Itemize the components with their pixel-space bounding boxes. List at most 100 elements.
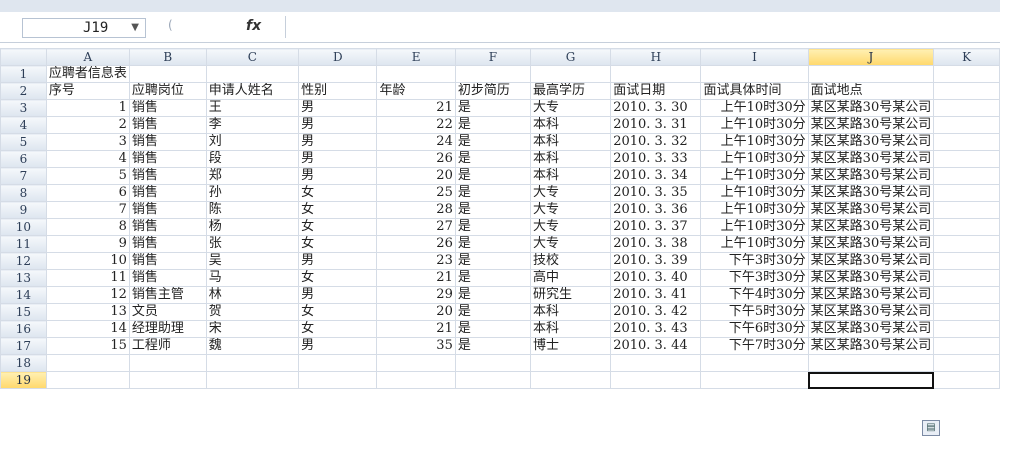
cell-b17[interactable]: 工程师 bbox=[128, 337, 207, 355]
cell-d16[interactable]: 女 bbox=[298, 320, 378, 338]
cell-k3[interactable] bbox=[933, 99, 1000, 117]
cell-a19[interactable] bbox=[45, 371, 130, 389]
cell-f15[interactable]: 是 bbox=[454, 303, 531, 321]
cell-b10[interactable]: 销售 bbox=[128, 218, 207, 236]
row-header[interactable]: 9 bbox=[0, 201, 47, 219]
row-header[interactable]: 10 bbox=[0, 218, 47, 236]
cell-f8[interactable]: 是 bbox=[454, 184, 531, 202]
cell-d14[interactable]: 男 bbox=[298, 286, 378, 304]
cell-e5[interactable]: 24 bbox=[376, 133, 456, 151]
cell-k2[interactable] bbox=[933, 82, 1000, 100]
cell-h1[interactable] bbox=[610, 65, 702, 83]
row-header[interactable]: 6 bbox=[0, 150, 47, 168]
cell-d2[interactable]: 性别 bbox=[298, 82, 378, 100]
row-header[interactable]: 1 bbox=[0, 65, 47, 83]
cell-a8[interactable]: 6 bbox=[45, 184, 130, 202]
cell-i19[interactable] bbox=[700, 371, 809, 389]
cell-h10[interactable]: 2010. 3. 37 bbox=[610, 218, 702, 236]
cell-j18[interactable] bbox=[807, 354, 935, 372]
cell-e9[interactable]: 28 bbox=[376, 201, 456, 219]
row-header[interactable]: 3 bbox=[0, 99, 47, 117]
cell-g18[interactable] bbox=[529, 354, 612, 372]
cell-d8[interactable]: 女 bbox=[298, 184, 378, 202]
row-header[interactable]: 18 bbox=[0, 354, 47, 372]
cell-j13[interactable]: 某区某路30号某公司 bbox=[807, 269, 935, 287]
cell-c16[interactable]: 宋 bbox=[205, 320, 300, 338]
cell-h13[interactable]: 2010. 3. 40 bbox=[610, 269, 702, 287]
cell-g17[interactable]: 博士 bbox=[529, 337, 612, 355]
cell-b1[interactable] bbox=[128, 65, 207, 83]
cell-e14[interactable]: 29 bbox=[376, 286, 456, 304]
cell-j7[interactable]: 某区某路30号某公司 bbox=[807, 167, 935, 185]
cell-h9[interactable]: 2010. 3. 36 bbox=[610, 201, 702, 219]
cell-g5[interactable]: 本科 bbox=[529, 133, 612, 151]
cell-c8[interactable]: 孙 bbox=[205, 184, 300, 202]
cell-g11[interactable]: 大专 bbox=[529, 235, 612, 253]
column-header-b[interactable]: B bbox=[128, 48, 207, 66]
cell-a15[interactable]: 13 bbox=[45, 303, 130, 321]
cell-f17[interactable]: 是 bbox=[454, 337, 531, 355]
cell-j16[interactable]: 某区某路30号某公司 bbox=[807, 320, 935, 338]
cell-b6[interactable]: 销售 bbox=[128, 150, 207, 168]
cell-i1[interactable] bbox=[700, 65, 809, 83]
cell-j15[interactable]: 某区某路30号某公司 bbox=[807, 303, 935, 321]
cell-c17[interactable]: 魏 bbox=[205, 337, 300, 355]
cell-e15[interactable]: 20 bbox=[376, 303, 456, 321]
paste-options-icon[interactable]: ▤ bbox=[922, 420, 940, 436]
cell-c3[interactable]: 王 bbox=[205, 99, 300, 117]
cell-f3[interactable]: 是 bbox=[454, 99, 531, 117]
cell-e19[interactable] bbox=[376, 371, 456, 389]
cell-k4[interactable] bbox=[933, 116, 1000, 134]
cell-j2[interactable]: 面试地点 bbox=[807, 82, 935, 100]
cell-c18[interactable] bbox=[205, 354, 300, 372]
cell-f2[interactable]: 初步简历 bbox=[454, 82, 531, 100]
cell-i9[interactable]: 上午10时30分 bbox=[700, 201, 809, 219]
cell-c7[interactable]: 郑 bbox=[205, 167, 300, 185]
cell-i16[interactable]: 下午6时30分 bbox=[700, 320, 809, 338]
cell-k6[interactable] bbox=[933, 150, 1000, 168]
cell-a3[interactable]: 1 bbox=[45, 99, 130, 117]
cell-e12[interactable]: 23 bbox=[376, 252, 456, 270]
cell-c6[interactable]: 段 bbox=[205, 150, 300, 168]
cell-d13[interactable]: 女 bbox=[298, 269, 378, 287]
cell-d19[interactable] bbox=[298, 371, 378, 389]
cell-h4[interactable]: 2010. 3. 31 bbox=[610, 116, 702, 134]
cell-a6[interactable]: 4 bbox=[45, 150, 130, 168]
cell-j12[interactable]: 某区某路30号某公司 bbox=[807, 252, 935, 270]
cell-d7[interactable]: 男 bbox=[298, 167, 378, 185]
row-header[interactable]: 4 bbox=[0, 116, 47, 134]
cell-b19[interactable] bbox=[128, 371, 207, 389]
cell-f9[interactable]: 是 bbox=[454, 201, 531, 219]
cell-f16[interactable]: 是 bbox=[454, 320, 531, 338]
column-header-j[interactable]: J bbox=[807, 48, 935, 66]
cell-a5[interactable]: 3 bbox=[45, 133, 130, 151]
cell-i10[interactable]: 上午10时30分 bbox=[700, 218, 809, 236]
cell-b11[interactable]: 销售 bbox=[128, 235, 207, 253]
cell-j4[interactable]: 某区某路30号某公司 bbox=[807, 116, 935, 134]
cell-e13[interactable]: 21 bbox=[376, 269, 456, 287]
cell-h18[interactable] bbox=[610, 354, 702, 372]
cell-d12[interactable]: 男 bbox=[298, 252, 378, 270]
cell-a10[interactable]: 8 bbox=[45, 218, 130, 236]
cell-c4[interactable]: 李 bbox=[205, 116, 300, 134]
cell-h6[interactable]: 2010. 3. 33 bbox=[610, 150, 702, 168]
cell-k19[interactable] bbox=[933, 371, 1000, 389]
cell-d18[interactable] bbox=[298, 354, 378, 372]
cell-a14[interactable]: 12 bbox=[45, 286, 130, 304]
cell-e16[interactable]: 21 bbox=[376, 320, 456, 338]
row-header[interactable]: 2 bbox=[0, 82, 47, 100]
column-header-d[interactable]: D bbox=[298, 48, 378, 66]
cell-c14[interactable]: 林 bbox=[205, 286, 300, 304]
cell-b4[interactable]: 销售 bbox=[128, 116, 207, 134]
cell-d10[interactable]: 女 bbox=[298, 218, 378, 236]
cell-i6[interactable]: 上午10时30分 bbox=[700, 150, 809, 168]
cell-g7[interactable]: 本科 bbox=[529, 167, 612, 185]
cell-b3[interactable]: 销售 bbox=[128, 99, 207, 117]
column-header-h[interactable]: H bbox=[610, 48, 702, 66]
cell-g3[interactable]: 大专 bbox=[529, 99, 612, 117]
cell-h7[interactable]: 2010. 3. 34 bbox=[610, 167, 702, 185]
cell-k5[interactable] bbox=[933, 133, 1000, 151]
cell-d3[interactable]: 男 bbox=[298, 99, 378, 117]
cell-i4[interactable]: 上午10时30分 bbox=[700, 116, 809, 134]
cell-j8[interactable]: 某区某路30号某公司 bbox=[807, 184, 935, 202]
